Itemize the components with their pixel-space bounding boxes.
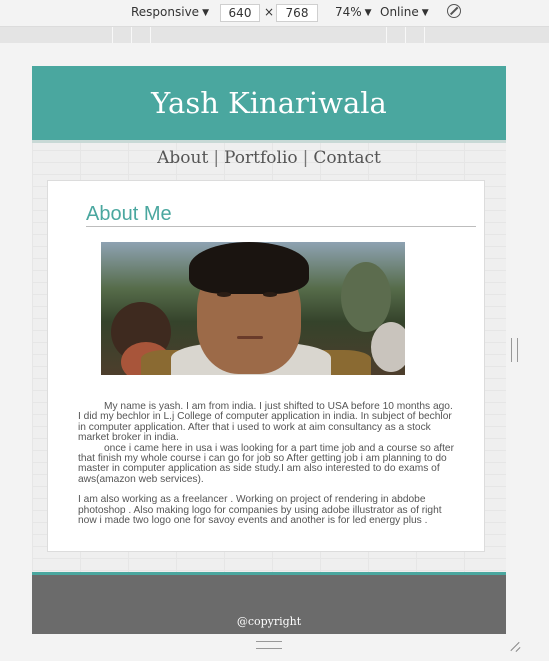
bio-paragraph: I am also working as a freelancer . Work… [78, 494, 442, 527]
nav-separator: | [302, 148, 309, 168]
height-input[interactable]: 768 [276, 4, 318, 22]
media-query-segment[interactable] [150, 27, 151, 43]
media-query-segment[interactable] [112, 27, 113, 43]
zoom-select-label: 74% [335, 5, 362, 19]
bottom-resize-handle[interactable] [256, 641, 282, 649]
dimension-separator: × [264, 5, 275, 19]
about-card: About Me My name is yash. I am from indi… [47, 180, 485, 552]
throttle-select-label: Online [380, 5, 419, 19]
nav-separator: | [213, 148, 220, 168]
media-query-bar [0, 27, 549, 43]
chevron-down-icon: ▼ [421, 8, 429, 18]
site-footer: @copyright [32, 572, 506, 634]
throttle-select[interactable]: Online ▼ [380, 5, 429, 19]
width-input[interactable]: 640 [220, 4, 260, 22]
media-query-segment[interactable] [131, 27, 132, 43]
nav-portfolio[interactable]: Portfolio [224, 148, 298, 168]
nav-about[interactable]: About [157, 148, 208, 168]
device-select[interactable]: Responsive ▼ [131, 5, 209, 19]
zoom-select[interactable]: 74% ▼ [335, 5, 372, 19]
media-query-segment[interactable] [386, 27, 387, 43]
site-title: Yash Kinariwala [151, 86, 387, 120]
rotate-icon[interactable] [447, 4, 461, 18]
media-query-segment[interactable] [405, 27, 406, 43]
heading-divider [86, 226, 476, 227]
nav-contact[interactable]: Contact [313, 148, 381, 168]
right-resize-handle[interactable] [511, 338, 518, 362]
media-query-segment[interactable] [424, 27, 425, 43]
chevron-down-icon: ▼ [202, 8, 209, 18]
chevron-down-icon: ▼ [364, 8, 372, 18]
site-header: Yash Kinariwala [32, 66, 506, 143]
about-heading: About Me [86, 203, 172, 225]
emulated-viewport: Yash Kinariwala About | Portfolio | Contact … [32, 66, 506, 634]
copyright-text: @copyright [236, 615, 302, 628]
device-select-label: Responsive [131, 5, 200, 19]
bio-paragraph: My name is yash. I am from india. I just… [78, 401, 453, 444]
bio-paragraph: once i came here in usa i was looking fo… [78, 442, 454, 485]
main-nav: About | Portfolio | Contact [32, 148, 506, 168]
corner-resize-handle[interactable] [509, 640, 521, 652]
device-toolbar: Responsive ▼ 640 × 768 74% ▼ Online ▼ [0, 0, 549, 27]
bio-text: My name is yash. I am from india. I just… [78, 401, 458, 527]
profile-photo [101, 242, 405, 375]
